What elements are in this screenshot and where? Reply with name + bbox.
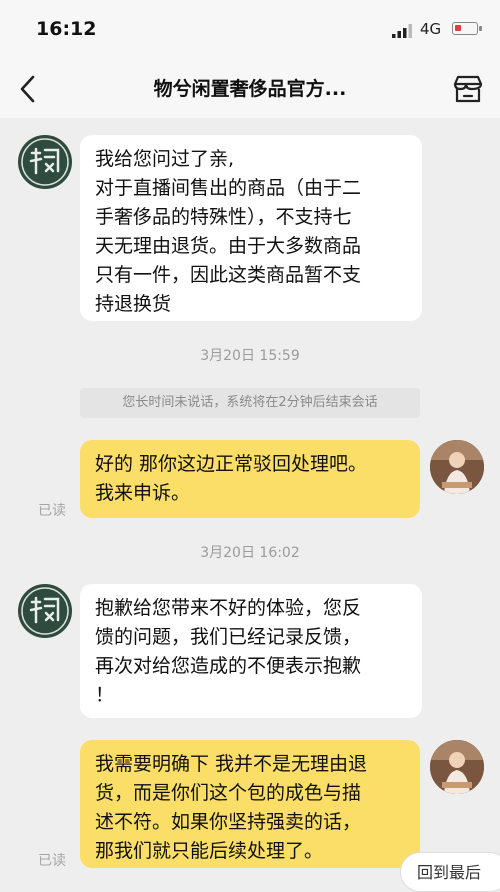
battery-icon	[452, 22, 482, 35]
message-line: 天无理由退货。由于大多数商品	[95, 235, 362, 257]
status-time: 16:12	[36, 18, 97, 40]
timestamp: 3月20日 15:59	[200, 348, 300, 364]
system-notice: 您长时间未说话，系统将在2分钟后结束会话	[80, 388, 420, 418]
message-line: 我需要明确下 我并不是无理由退	[95, 753, 368, 775]
network-type: 4G	[420, 20, 442, 38]
message-line: 手奢侈品的特殊性），不支持七	[95, 206, 352, 228]
read-receipt: 已读	[38, 503, 66, 519]
user-avatar[interactable]	[430, 440, 484, 494]
message-bubble-shop[interactable]: 我给您问过了亲, 对于直播间售出的商品（由于二 手奢侈品的特殊性），不支持七 天…	[80, 135, 422, 321]
user-avatar-image	[430, 740, 484, 794]
message-line: 抱歉给您带来不好的体验，您反	[95, 597, 362, 619]
message-line: 持退换货	[95, 293, 172, 315]
status-bar: 16:12 4G	[0, 0, 500, 60]
message-line: 只有一件，因此这类商品暂不支	[95, 264, 362, 286]
shop-logo-icon	[21, 587, 69, 635]
store-icon[interactable]	[452, 74, 484, 104]
shop-avatar[interactable]	[18, 584, 72, 638]
message-line: ！	[95, 684, 115, 706]
signal-icon	[392, 24, 412, 38]
shop-logo-icon	[21, 138, 69, 186]
message-bubble-user[interactable]: 我需要明确下 我并不是无理由退 货，而是你们这个包的成色与描 述不符。如果你坚持…	[80, 740, 420, 868]
message-line: 货，而是你们这个包的成色与描	[95, 782, 362, 804]
timestamp: 3月20日 16:02	[200, 545, 300, 561]
message-line: 再次对给您造成的不便表示抱歉	[95, 655, 362, 677]
message-line: 好的 那你这边正常驳回处理吧。	[95, 453, 368, 475]
scroll-to-latest-button[interactable]: 回到最后	[400, 852, 500, 892]
message-bubble-shop[interactable]: 抱歉给您带来不好的体验，您反 馈的问题，我们已经记录反馈， 再次对给您造成的不便…	[80, 584, 422, 718]
message-bubble-user[interactable]: 好的 那你这边正常驳回处理吧。 我来申诉。	[80, 440, 420, 518]
message-line: 那我们就只能后续处理了。	[95, 840, 324, 862]
read-receipt: 已读	[38, 853, 66, 869]
back-chevron-icon[interactable]	[14, 72, 44, 106]
message-line: 我来申诉。	[95, 482, 191, 504]
message-line: 对于直播间售出的商品（由于二	[95, 177, 362, 199]
message-line: 我给您问过了亲,	[95, 148, 235, 170]
message-line: 馈的问题，我们已经记录反馈，	[95, 626, 362, 648]
chat-header: 物兮闲置奢侈品官方...	[0, 60, 500, 118]
user-avatar-image	[430, 440, 484, 494]
shop-avatar[interactable]	[18, 135, 72, 189]
message-list[interactable]: 我给您问过了亲, 对于直播间售出的商品（由于二 手奢侈品的特殊性），不支持七 天…	[0, 118, 500, 892]
chat-title: 物兮闲置奢侈品官方...	[153, 78, 347, 100]
user-avatar[interactable]	[430, 740, 484, 794]
message-line: 述不符。如果你坚持强卖的话，	[95, 811, 362, 833]
